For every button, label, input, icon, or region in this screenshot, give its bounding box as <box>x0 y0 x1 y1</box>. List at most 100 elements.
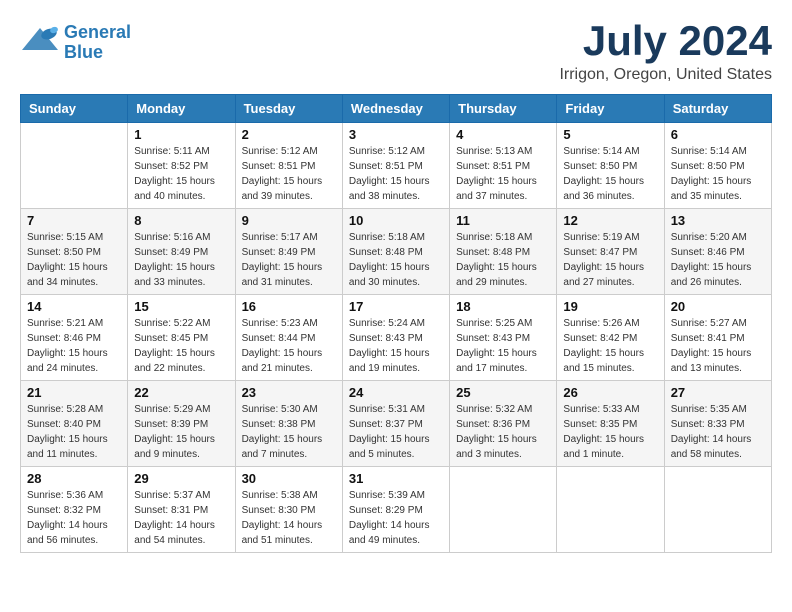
calendar-cell: 26 Sunrise: 5:33 AM Sunset: 8:35 PM Dayli… <box>557 381 664 467</box>
calendar-cell: 5 Sunrise: 5:14 AM Sunset: 8:50 PM Daylig… <box>557 123 664 209</box>
weekday-header: Monday <box>128 95 235 123</box>
calendar-week-row: 7 Sunrise: 5:15 AM Sunset: 8:50 PM Daylig… <box>21 209 772 295</box>
calendar-week-row: 1Sunrise: 5:11 AM Sunset: 8:52 PM Daylig… <box>21 123 772 209</box>
calendar-cell <box>557 467 664 553</box>
day-info: Sunrise: 5:12 AM Sunset: 8:51 PM Dayligh… <box>242 144 336 204</box>
logo: General Blue <box>20 20 131 65</box>
day-number: 13 <box>671 213 765 228</box>
calendar-cell: 19 Sunrise: 5:26 AM Sunset: 8:42 PM Dayli… <box>557 295 664 381</box>
day-info: Sunrise: 5:31 AM Sunset: 8:37 PM Dayligh… <box>349 402 443 462</box>
calendar-cell <box>450 467 557 553</box>
calendar-week-row: 14Sunrise: 5:21 AM Sunset: 8:46 PM Dayli… <box>21 295 772 381</box>
calendar-cell: 17Sunrise: 5:24 AM Sunset: 8:43 PM Dayli… <box>342 295 449 381</box>
day-info: Sunrise: 5:28 AM Sunset: 8:40 PM Dayligh… <box>27 402 121 462</box>
day-number: 9 <box>242 213 336 228</box>
calendar-header-row: SundayMondayTuesdayWednesdayThursdayFrid… <box>21 95 772 123</box>
calendar-cell: 24Sunrise: 5:31 AM Sunset: 8:37 PM Dayli… <box>342 381 449 467</box>
day-number: 23 <box>242 385 336 400</box>
day-number: 28 <box>27 471 121 486</box>
location-title: Irrigon, Oregon, United States <box>559 66 772 84</box>
day-number: 31 <box>349 471 443 486</box>
day-info: Sunrise: 5:33 AM Sunset: 8:35 PM Dayligh… <box>563 402 657 462</box>
calendar-cell <box>664 467 771 553</box>
day-number: 8 <box>134 213 228 228</box>
day-number: 5 <box>563 127 657 142</box>
calendar-cell: 16Sunrise: 5:23 AM Sunset: 8:44 PM Dayli… <box>235 295 342 381</box>
weekday-header: Sunday <box>21 95 128 123</box>
day-number: 2 <box>242 127 336 142</box>
calendar-cell: 27Sunrise: 5:35 AM Sunset: 8:33 PM Dayli… <box>664 381 771 467</box>
calendar-week-row: 28Sunrise: 5:36 AM Sunset: 8:32 PM Dayli… <box>21 467 772 553</box>
day-number: 11 <box>456 213 550 228</box>
calendar-cell: 28Sunrise: 5:36 AM Sunset: 8:32 PM Dayli… <box>21 467 128 553</box>
calendar-cell: 11Sunrise: 5:18 AM Sunset: 8:48 PM Dayli… <box>450 209 557 295</box>
calendar-cell <box>21 123 128 209</box>
calendar-cell: 23 Sunrise: 5:30 AM Sunset: 8:38 PM Dayli… <box>235 381 342 467</box>
logo-line1: General <box>64 22 131 42</box>
day-info: Sunrise: 5:39 AM Sunset: 8:29 PM Dayligh… <box>349 488 443 548</box>
day-info: Sunrise: 5:21 AM Sunset: 8:46 PM Dayligh… <box>27 316 121 376</box>
calendar-cell: 10Sunrise: 5:18 AM Sunset: 8:48 PM Dayli… <box>342 209 449 295</box>
calendar-week-row: 21Sunrise: 5:28 AM Sunset: 8:40 PM Dayli… <box>21 381 772 467</box>
weekday-header: Tuesday <box>235 95 342 123</box>
calendar-cell: 18Sunrise: 5:25 AM Sunset: 8:43 PM Dayli… <box>450 295 557 381</box>
title-block: July 2024 Irrigon, Oregon, United States <box>559 20 772 84</box>
day-info: Sunrise: 5:17 AM Sunset: 8:49 PM Dayligh… <box>242 230 336 290</box>
calendar-cell: 7 Sunrise: 5:15 AM Sunset: 8:50 PM Daylig… <box>21 209 128 295</box>
day-info: Sunrise: 5:30 AM Sunset: 8:38 PM Dayligh… <box>242 402 336 462</box>
calendar: SundayMondayTuesdayWednesdayThursdayFrid… <box>20 94 772 553</box>
calendar-cell: 12 Sunrise: 5:19 AM Sunset: 8:47 PM Dayli… <box>557 209 664 295</box>
day-number: 26 <box>563 385 657 400</box>
day-info: Sunrise: 5:14 AM Sunset: 8:50 PM Dayligh… <box>671 144 765 204</box>
calendar-cell: 31 Sunrise: 5:39 AM Sunset: 8:29 PM Dayli… <box>342 467 449 553</box>
calendar-cell: 4Sunrise: 5:13 AM Sunset: 8:51 PM Daylig… <box>450 123 557 209</box>
calendar-cell: 15 Sunrise: 5:22 AM Sunset: 8:45 PM Dayli… <box>128 295 235 381</box>
calendar-cell: 30 Sunrise: 5:38 AM Sunset: 8:30 PM Dayli… <box>235 467 342 553</box>
day-info: Sunrise: 5:22 AM Sunset: 8:45 PM Dayligh… <box>134 316 228 376</box>
day-info: Sunrise: 5:35 AM Sunset: 8:33 PM Dayligh… <box>671 402 765 462</box>
page: General Blue July 2024 Irrigon, Oregon, … <box>0 0 792 563</box>
day-info: Sunrise: 5:38 AM Sunset: 8:30 PM Dayligh… <box>242 488 336 548</box>
day-number: 7 <box>27 213 121 228</box>
day-info: Sunrise: 5:32 AM Sunset: 8:36 PM Dayligh… <box>456 402 550 462</box>
calendar-cell: 8 Sunrise: 5:16 AM Sunset: 8:49 PM Daylig… <box>128 209 235 295</box>
logo-text: General Blue <box>64 23 131 63</box>
day-number: 19 <box>563 299 657 314</box>
day-number: 12 <box>563 213 657 228</box>
calendar-cell: 2 Sunrise: 5:12 AM Sunset: 8:51 PM Daylig… <box>235 123 342 209</box>
calendar-cell: 14Sunrise: 5:21 AM Sunset: 8:46 PM Dayli… <box>21 295 128 381</box>
calendar-cell: 25 Sunrise: 5:32 AM Sunset: 8:36 PM Dayli… <box>450 381 557 467</box>
calendar-cell: 3Sunrise: 5:12 AM Sunset: 8:51 PM Daylig… <box>342 123 449 209</box>
calendar-cell: 29 Sunrise: 5:37 AM Sunset: 8:31 PM Dayli… <box>128 467 235 553</box>
day-number: 22 <box>134 385 228 400</box>
day-info: Sunrise: 5:14 AM Sunset: 8:50 PM Dayligh… <box>563 144 657 204</box>
day-number: 25 <box>456 385 550 400</box>
day-number: 29 <box>134 471 228 486</box>
month-title: July 2024 <box>559 20 772 62</box>
day-info: Sunrise: 5:26 AM Sunset: 8:42 PM Dayligh… <box>563 316 657 376</box>
calendar-cell: 1Sunrise: 5:11 AM Sunset: 8:52 PM Daylig… <box>128 123 235 209</box>
weekday-header: Saturday <box>664 95 771 123</box>
day-number: 18 <box>456 299 550 314</box>
day-number: 20 <box>671 299 765 314</box>
weekday-header: Thursday <box>450 95 557 123</box>
calendar-cell: 13 Sunrise: 5:20 AM Sunset: 8:46 PM Dayli… <box>664 209 771 295</box>
day-number: 15 <box>134 299 228 314</box>
day-number: 30 <box>242 471 336 486</box>
day-number: 17 <box>349 299 443 314</box>
day-info: Sunrise: 5:19 AM Sunset: 8:47 PM Dayligh… <box>563 230 657 290</box>
day-info: Sunrise: 5:16 AM Sunset: 8:49 PM Dayligh… <box>134 230 228 290</box>
day-number: 10 <box>349 213 443 228</box>
calendar-cell: 22Sunrise: 5:29 AM Sunset: 8:39 PM Dayli… <box>128 381 235 467</box>
logo-icon <box>20 20 60 60</box>
day-info: Sunrise: 5:20 AM Sunset: 8:46 PM Dayligh… <box>671 230 765 290</box>
calendar-cell: 20 Sunrise: 5:27 AM Sunset: 8:41 PM Dayli… <box>664 295 771 381</box>
day-info: Sunrise: 5:15 AM Sunset: 8:50 PM Dayligh… <box>27 230 121 290</box>
day-info: Sunrise: 5:27 AM Sunset: 8:41 PM Dayligh… <box>671 316 765 376</box>
calendar-cell: 9 Sunrise: 5:17 AM Sunset: 8:49 PM Daylig… <box>235 209 342 295</box>
calendar-cell: 6Sunrise: 5:14 AM Sunset: 8:50 PM Daylig… <box>664 123 771 209</box>
weekday-header: Wednesday <box>342 95 449 123</box>
day-number: 3 <box>349 127 443 142</box>
calendar-cell: 21Sunrise: 5:28 AM Sunset: 8:40 PM Dayli… <box>21 381 128 467</box>
day-info: Sunrise: 5:37 AM Sunset: 8:31 PM Dayligh… <box>134 488 228 548</box>
